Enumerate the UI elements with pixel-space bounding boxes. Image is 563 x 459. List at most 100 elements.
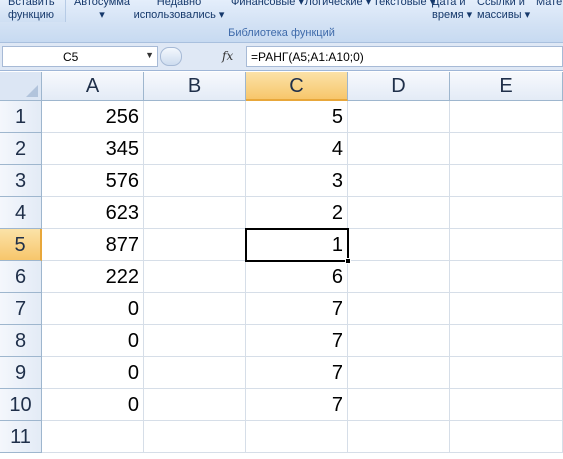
cell-c8[interactable]: 7 <box>246 325 348 357</box>
insert-function-fx-icon[interactable]: fx <box>222 49 233 63</box>
cell-d6[interactable] <box>348 261 450 293</box>
cell-d2[interactable] <box>348 133 450 165</box>
chevron-down-icon[interactable]: ▼ <box>145 50 154 60</box>
row-header-5[interactable]: 5 <box>0 229 42 261</box>
formula-bar: C5 ▼ fx =РАНГ(A5;A1:A10;0) <box>0 43 563 71</box>
cell-e4[interactable] <box>450 197 563 229</box>
row-header-10[interactable]: 10 <box>0 389 42 421</box>
cell-c6[interactable]: 6 <box>246 261 348 293</box>
column-header-d[interactable]: D <box>348 72 450 101</box>
cell-b3[interactable] <box>144 165 246 197</box>
cell-b11[interactable] <box>144 421 246 453</box>
cell-d5[interactable] <box>348 229 450 261</box>
math-button[interactable]: Мате <box>536 0 563 9</box>
autosum-dropdown-icon: ▾ <box>99 9 105 21</box>
cell-a2[interactable]: 345 <box>42 133 144 165</box>
cell-b6[interactable] <box>144 261 246 293</box>
cell-e6[interactable] <box>450 261 563 293</box>
cell-c11[interactable] <box>246 421 348 453</box>
select-all-corner[interactable] <box>0 72 42 101</box>
cell-e10[interactable] <box>450 389 563 421</box>
cell-d10[interactable] <box>348 389 450 421</box>
cell-a6[interactable]: 222 <box>42 261 144 293</box>
column-header-c[interactable]: C <box>246 72 348 101</box>
insert-function-label-1: Вставить <box>8 0 55 8</box>
cell-c4[interactable]: 2 <box>246 197 348 229</box>
cell-e9[interactable] <box>450 357 563 389</box>
row-header-2[interactable]: 2 <box>0 133 42 165</box>
datetime-button[interactable]: Дата и время ▾ <box>432 0 474 22</box>
cell-c2[interactable]: 4 <box>246 133 348 165</box>
datetime-label-1: Дата и <box>432 0 466 8</box>
math-label: Мате <box>536 0 563 8</box>
spreadsheet-grid: ABCDE 1 256 5 2 345 4 3 576 3 4 623 2 5 877 1 6 222 6 7 0 7 8… <box>0 72 563 459</box>
cell-e1[interactable] <box>450 101 563 133</box>
cell-d1[interactable] <box>348 101 450 133</box>
lookup-reference-button[interactable]: Ссылки и массивы ▾ <box>477 0 535 22</box>
cell-c7[interactable]: 7 <box>246 293 348 325</box>
row-header-3[interactable]: 3 <box>0 165 42 197</box>
cell-a4[interactable]: 623 <box>42 197 144 229</box>
row-header-4[interactable]: 4 <box>0 197 42 229</box>
fill-handle[interactable] <box>345 258 351 264</box>
cell-e3[interactable] <box>450 165 563 197</box>
cell-b5[interactable] <box>144 229 246 261</box>
cell-d11[interactable] <box>348 421 450 453</box>
formula-input[interactable]: =РАНГ(A5;A1:A10;0) <box>246 46 563 67</box>
cell-e7[interactable] <box>450 293 563 325</box>
cell-e2[interactable] <box>450 133 563 165</box>
logical-button[interactable]: Логические ▾ <box>304 0 372 9</box>
cell-b4[interactable] <box>144 197 246 229</box>
cell-b9[interactable] <box>144 357 246 389</box>
cell-c5[interactable]: 1 <box>246 229 348 261</box>
financial-button[interactable]: Финансовые ▾ <box>231 0 304 9</box>
cell-a5[interactable]: 877 <box>42 229 144 261</box>
formula-bar-grip-icon[interactable] <box>160 47 182 66</box>
row-header-8[interactable]: 8 <box>0 325 42 357</box>
text-functions-button[interactable]: Текстовые ▾ <box>373 0 435 9</box>
cell-c1[interactable]: 5 <box>246 101 348 133</box>
cell-d7[interactable] <box>348 293 450 325</box>
cell-b7[interactable] <box>144 293 246 325</box>
financial-label: Финансовые ▾ <box>231 0 304 8</box>
column-header-a[interactable]: A <box>42 72 144 101</box>
cell-d8[interactable] <box>348 325 450 357</box>
cell-d9[interactable] <box>348 357 450 389</box>
autosum-label: Автосумма <box>73 0 131 8</box>
recently-used-button[interactable]: Недавно использовались ▾ <box>133 0 225 22</box>
cell-e8[interactable] <box>450 325 563 357</box>
cell-b2[interactable] <box>144 133 246 165</box>
cell-b10[interactable] <box>144 389 246 421</box>
cell-b8[interactable] <box>144 325 246 357</box>
cell-a7[interactable]: 0 <box>42 293 144 325</box>
row-header-11[interactable]: 11 <box>0 421 42 453</box>
row-header-7[interactable]: 7 <box>0 293 42 325</box>
cell-a10[interactable]: 0 <box>42 389 144 421</box>
cell-b1[interactable] <box>144 101 246 133</box>
row-header-6[interactable]: 6 <box>0 261 42 293</box>
row-header-9[interactable]: 9 <box>0 357 42 389</box>
select-all-icon <box>26 85 38 97</box>
cell-e5[interactable] <box>450 229 563 261</box>
cell-a3[interactable]: 576 <box>42 165 144 197</box>
insert-function-button[interactable]: Вставить функцию <box>0 0 66 22</box>
column-header-e[interactable]: E <box>450 72 563 101</box>
row-header-1[interactable]: 1 <box>0 101 42 133</box>
cell-a11[interactable] <box>42 421 144 453</box>
cell-c3[interactable]: 3 <box>246 165 348 197</box>
lookup-label-1: Ссылки и <box>477 0 525 8</box>
cell-d3[interactable] <box>348 165 450 197</box>
cell-e11[interactable] <box>450 421 563 453</box>
cell-a9[interactable]: 0 <box>42 357 144 389</box>
autosum-button[interactable]: Автосумма ▾ <box>66 0 138 22</box>
lookup-label-2: массивы ▾ <box>477 9 531 21</box>
cell-c9[interactable]: 7 <box>246 357 348 389</box>
name-box[interactable]: C5 ▼ <box>2 46 158 67</box>
datetime-label-2: время ▾ <box>432 9 473 21</box>
cell-d4[interactable] <box>348 197 450 229</box>
cell-c10[interactable]: 7 <box>246 389 348 421</box>
cell-a8[interactable]: 0 <box>42 325 144 357</box>
insert-function-label-2: функцию <box>8 9 55 21</box>
cell-a1[interactable]: 256 <box>42 101 144 133</box>
column-header-b[interactable]: B <box>144 72 246 101</box>
